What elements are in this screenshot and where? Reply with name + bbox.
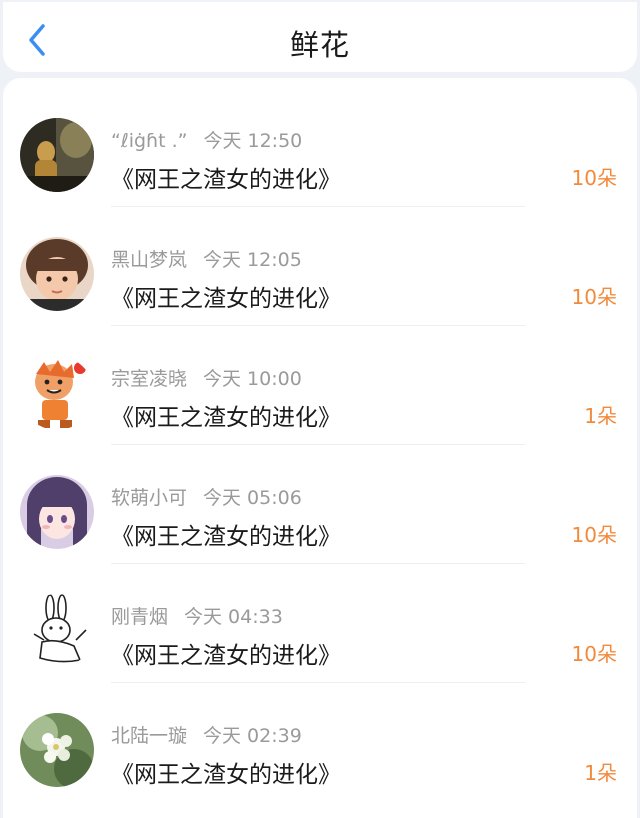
- timestamp: 今天 02:39: [203, 725, 302, 747]
- list-item[interactable]: 刚青烟 今天 04:33 《网王之渣女的进化》 10朵: [3, 564, 637, 683]
- timestamp: 今天 04:33: [184, 606, 283, 628]
- flower-count: 1朵: [584, 404, 617, 428]
- book-title: 《网王之渣女的进化》: [111, 762, 341, 788]
- sender-name: 宗室凌晓: [111, 368, 188, 390]
- timestamp: 今天 12:50: [203, 130, 303, 152]
- avatar[interactable]: [20, 118, 94, 192]
- book-title: 《网王之渣女的进化》: [111, 405, 341, 431]
- sender-name: 北陆一璇: [111, 725, 188, 747]
- book-title: 《网王之渣女的进化》: [111, 167, 341, 193]
- list-item[interactable]: “ℓiġɦt .” 今天 12:50 《网王之渣女的进化》 10朵: [3, 88, 637, 207]
- page-title: 鲜花: [289, 28, 350, 62]
- sender-name: “ℓiġɦt .”: [111, 130, 188, 152]
- list-item[interactable]: 黑山梦岚 今天 12:05 《网王之渣女的进化》 10朵: [3, 207, 637, 326]
- flower-count: 1朵: [584, 761, 617, 785]
- timestamp: 今天 12:05: [203, 249, 302, 271]
- flower-count: 10朵: [571, 166, 617, 190]
- list-item[interactable]: 宗室凌晓 今天 10:00 《网王之渣女的进化》 1朵: [3, 326, 637, 445]
- avatar[interactable]: [20, 713, 94, 787]
- sender-line: “ℓiġɦt .” 今天 12:50: [111, 126, 302, 153]
- avatar[interactable]: [20, 594, 94, 668]
- sender-line: 宗室凌晓 今天 10:00: [111, 364, 302, 391]
- sender-line: 软萌小可 今天 05:06: [111, 483, 302, 510]
- list-item[interactable]: 软萌小可 今天 05:06 《网王之渣女的进化》 10朵: [3, 445, 637, 564]
- top-bar: 鲜花: [3, 2, 637, 72]
- flower-count: 10朵: [571, 523, 617, 547]
- book-title: 《网王之渣女的进化》: [111, 286, 341, 312]
- timestamp: 今天 05:06: [203, 487, 302, 509]
- list-item[interactable]: 北陆一璇 今天 02:39 《网王之渣女的进化》 1朵: [3, 683, 637, 802]
- timestamp: 今天 10:00: [203, 368, 302, 390]
- flower-count: 10朵: [571, 642, 617, 666]
- book-title: 《网王之渣女的进化》: [111, 643, 341, 669]
- avatar[interactable]: [20, 475, 94, 549]
- sender-name: 刚青烟: [111, 606, 169, 628]
- gift-list: “ℓiġɦt .” 今天 12:50 《网王之渣女的进化》 10朵 黑山梦岚 今天 …: [3, 78, 637, 818]
- sender-line: 黑山梦岚 今天 12:05: [111, 245, 302, 272]
- book-title: 《网王之渣女的进化》: [111, 524, 341, 550]
- avatar[interactable]: [20, 356, 94, 430]
- sender-name: 软萌小可: [111, 487, 188, 509]
- sender-line: 北陆一璇 今天 02:39: [111, 721, 302, 748]
- avatar[interactable]: [20, 237, 94, 311]
- flower-count: 10朵: [571, 285, 617, 309]
- sender-line: 刚青烟 今天 04:33: [111, 602, 283, 629]
- sender-name: 黑山梦岚: [111, 249, 188, 271]
